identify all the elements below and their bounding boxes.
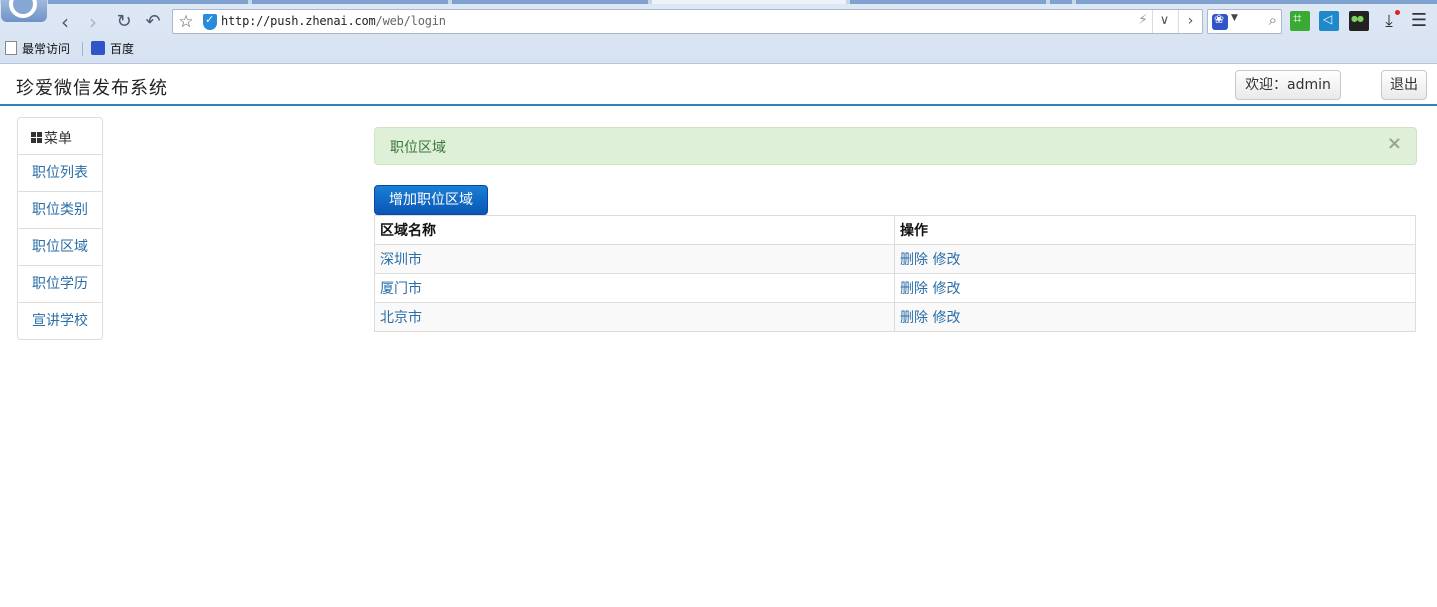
sound-icon[interactable]: [1319, 11, 1339, 31]
bookmark-label: 百度: [110, 42, 135, 56]
bookmark-label: 最常访问: [22, 42, 71, 56]
edit-link[interactable]: 修改: [932, 281, 960, 297]
page-icon: [5, 41, 17, 55]
delete-link[interactable]: 删除: [900, 252, 928, 268]
security-shield-icon: [203, 13, 217, 30]
back-icon[interactable]: ‹: [54, 11, 76, 33]
refresh-icon[interactable]: ↻: [113, 11, 135, 33]
browser-tab[interactable]: [1050, 0, 1072, 4]
browser-tab[interactable]: [1076, 0, 1437, 4]
edit-link[interactable]: 修改: [932, 310, 960, 326]
sidebar-header: 菜单: [18, 118, 102, 155]
grid-icon: [31, 132, 43, 144]
delete-link[interactable]: 删除: [900, 310, 928, 326]
sidebar-title: 菜单: [44, 131, 72, 147]
sidebar-item-campus-schools[interactable]: 宣讲学校: [18, 303, 102, 340]
browser-logo-icon[interactable]: [1, 0, 47, 22]
region-name-link[interactable]: 深圳市: [380, 252, 422, 268]
region-name-cell: 厦门市: [374, 273, 895, 303]
undo-close-icon[interactable]: ↶: [142, 11, 164, 33]
url-host: http://push.zhenai.com: [221, 14, 376, 28]
add-region-button[interactable]: 增加职位区域: [374, 185, 488, 215]
go-icon[interactable]: ›: [1178, 10, 1202, 33]
sidebar-item-position-education[interactable]: 职位学历: [18, 266, 102, 303]
browser-tab[interactable]: [252, 0, 448, 4]
sidebar-item-position-list[interactable]: 职位列表: [18, 155, 102, 192]
url-text[interactable]: http://push.zhenai.com/web/login: [221, 14, 446, 28]
baidu-paw-icon: [91, 41, 105, 55]
tab-strip[interactable]: [0, 0, 1437, 4]
actions-cell: 删除 修改: [894, 302, 1416, 332]
browser-tab-active[interactable]: [652, 0, 846, 4]
region-name-cell: 深圳市: [374, 244, 895, 274]
sidebar-menu: 菜单 职位列表 职位类别 职位区域 职位学历 宣讲学校: [17, 117, 103, 340]
table-row: 北京市 删除 修改: [374, 302, 1416, 332]
browser-tab[interactable]: [850, 0, 1046, 4]
screenshot-icon[interactable]: [1290, 9, 1310, 31]
bookmarks-bar: 最常访问 百度: [0, 38, 600, 60]
history-dropdown-icon[interactable]: ∨: [1152, 10, 1176, 33]
url-path: /web/login: [375, 14, 446, 28]
notification-dot: [1395, 10, 1400, 15]
bookmark-star-icon[interactable]: ☆: [175, 11, 197, 33]
sidebar-item-position-category[interactable]: 职位类别: [18, 192, 102, 229]
logout-button[interactable]: 退出: [1381, 70, 1427, 100]
region-name-link[interactable]: 北京市: [380, 310, 422, 326]
table-header-row: 区域名称 操作: [374, 215, 1416, 245]
bookmark-most-visited[interactable]: 最常访问: [5, 41, 70, 57]
menu-icon[interactable]: ☰: [1409, 11, 1429, 31]
actions-cell: 删除 修改: [894, 273, 1416, 303]
bookmark-baidu[interactable]: 百度: [91, 41, 134, 57]
speed-mode-icon[interactable]: ⚡: [1138, 12, 1148, 28]
page-header: 珍爱微信发布系统 欢迎：admin 退出: [0, 65, 1437, 106]
search-engine-box[interactable]: ▼ ⌕: [1207, 9, 1282, 34]
close-icon[interactable]: ×: [1387, 133, 1402, 154]
download-icon[interactable]: ⤓: [1379, 10, 1400, 31]
browser-chrome: ‹ › ↻ ↶ ☆ http://push.zhenai.com/web/log…: [0, 0, 1437, 64]
browser-tab[interactable]: [48, 0, 248, 4]
sidebar-item-position-region[interactable]: 职位区域: [18, 229, 102, 266]
engine-dropdown-icon[interactable]: ▼: [1231, 13, 1238, 23]
wechat-icon[interactable]: [1349, 11, 1369, 31]
column-header-region-name: 区域名称: [374, 215, 895, 245]
region-name-cell: 北京市: [374, 302, 895, 332]
table-row: 厦门市 删除 修改: [374, 273, 1416, 303]
alert-message: 职位区域: [390, 140, 446, 156]
baidu-icon[interactable]: [1212, 12, 1228, 30]
browser-tab[interactable]: [452, 0, 648, 4]
region-table: 区域名称 操作 深圳市 删除 修改 厦门市 删除 修改 北京市 删除 修改: [374, 215, 1416, 332]
welcome-user-button[interactable]: 欢迎：admin: [1235, 70, 1341, 100]
forward-icon[interactable]: ›: [82, 11, 104, 33]
region-name-link[interactable]: 厦门市: [380, 281, 422, 297]
table-row: 深圳市 删除 修改: [374, 244, 1416, 274]
delete-link[interactable]: 删除: [900, 281, 928, 297]
edit-link[interactable]: 修改: [932, 252, 960, 268]
actions-cell: 删除 修改: [894, 244, 1416, 274]
search-icon[interactable]: ⌕: [1269, 11, 1277, 29]
column-header-actions: 操作: [894, 215, 1416, 245]
address-bar[interactable]: ☆ http://push.zhenai.com/web/login ⚡ ∨ ›: [172, 9, 1203, 34]
page-alert: 职位区域 ×: [374, 127, 1417, 165]
site-title: 珍爱微信发布系统: [16, 78, 168, 99]
bookmark-separator: [82, 42, 83, 56]
